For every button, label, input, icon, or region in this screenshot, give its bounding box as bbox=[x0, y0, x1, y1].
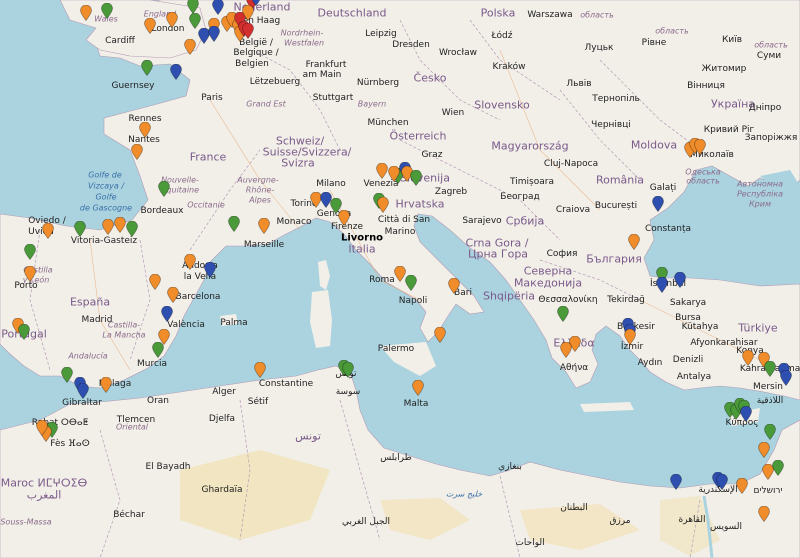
map-marker-orange-icon[interactable] bbox=[166, 11, 178, 29]
map-marker-green-icon[interactable] bbox=[228, 215, 240, 233]
map-viewport[interactable]: Nederland Deutschland Polska Warszawa Wales E… bbox=[0, 0, 800, 558]
map-marker-green-icon[interactable] bbox=[126, 220, 138, 238]
map-marker-orange-icon[interactable] bbox=[628, 233, 640, 251]
map-marker-orange-icon[interactable] bbox=[376, 162, 388, 180]
map-marker-blue-icon[interactable] bbox=[77, 382, 89, 400]
map-marker-orange-icon[interactable] bbox=[758, 441, 770, 459]
map-marker-green-icon[interactable] bbox=[61, 366, 73, 384]
map-marker-green-icon[interactable] bbox=[24, 243, 36, 261]
map-marker-orange-icon[interactable] bbox=[434, 326, 446, 344]
map-marker-orange-icon[interactable] bbox=[254, 361, 266, 379]
map-marker-orange-icon[interactable] bbox=[184, 38, 196, 56]
map-marker-orange-icon[interactable] bbox=[560, 341, 572, 359]
map-marker-green-icon[interactable] bbox=[764, 360, 776, 378]
map-marker-orange-icon[interactable] bbox=[144, 17, 156, 35]
map-marker-green-icon[interactable] bbox=[74, 220, 86, 238]
map-marker-green-icon[interactable] bbox=[189, 12, 201, 30]
map-marker-orange-icon[interactable] bbox=[758, 505, 770, 523]
map-marker-orange-icon[interactable] bbox=[139, 121, 151, 139]
map-marker-green-icon[interactable] bbox=[158, 180, 170, 198]
map-marker-blue-icon[interactable] bbox=[170, 63, 182, 81]
map-marker-orange-icon[interactable] bbox=[131, 143, 143, 161]
map-marker-blue-icon[interactable] bbox=[212, 0, 224, 16]
map-marker-blue-icon[interactable] bbox=[208, 25, 220, 43]
map-marker-green-icon[interactable] bbox=[18, 323, 30, 341]
map-marker-orange-icon[interactable] bbox=[258, 217, 270, 235]
map-marker-blue-icon[interactable] bbox=[780, 369, 792, 387]
map-marker-green-icon[interactable] bbox=[152, 341, 164, 359]
map-marker-green-icon[interactable] bbox=[101, 2, 113, 20]
map-marker-green-icon[interactable] bbox=[405, 274, 417, 292]
map-marker-green-icon[interactable] bbox=[557, 305, 569, 323]
map-marker-orange-icon[interactable] bbox=[412, 379, 424, 397]
map-marker-blue-icon[interactable] bbox=[204, 261, 216, 279]
map-marker-blue-icon[interactable] bbox=[670, 473, 682, 491]
map-marker-green-icon[interactable] bbox=[187, 0, 199, 15]
map-marker-orange-icon[interactable] bbox=[149, 273, 161, 291]
map-marker-green-icon[interactable] bbox=[141, 59, 153, 77]
map-marker-green-icon[interactable] bbox=[410, 169, 422, 187]
map-marker-orange-icon[interactable] bbox=[736, 477, 748, 495]
map-marker-blue-icon[interactable] bbox=[250, 0, 262, 7]
map-marker-orange-icon[interactable] bbox=[114, 216, 126, 234]
map-marker-orange-icon[interactable] bbox=[167, 286, 179, 304]
map-marker-orange-icon[interactable] bbox=[742, 349, 754, 367]
map-marker-red-icon[interactable] bbox=[242, 22, 254, 40]
map-marker-green-icon[interactable] bbox=[772, 459, 784, 477]
map-marker-blue-icon[interactable] bbox=[740, 405, 752, 423]
map-marker-orange-icon[interactable] bbox=[80, 4, 92, 22]
map-marker-green-icon[interactable] bbox=[342, 361, 354, 379]
map-marker-blue-icon[interactable] bbox=[716, 473, 728, 491]
map-marker-orange-icon[interactable] bbox=[624, 328, 636, 346]
map-marker-green-icon[interactable] bbox=[764, 423, 776, 441]
map-marker-orange-icon[interactable] bbox=[338, 209, 350, 227]
map-marker-blue-icon[interactable] bbox=[674, 271, 686, 289]
map-marker-blue-icon[interactable] bbox=[161, 305, 173, 323]
map-marker-orange-icon[interactable] bbox=[184, 253, 196, 271]
map-marker-orange-icon[interactable] bbox=[242, 4, 254, 22]
map-marker-orange-icon[interactable] bbox=[24, 265, 36, 283]
map-marker-orange-icon[interactable] bbox=[100, 376, 112, 394]
map-marker-orange-icon[interactable] bbox=[36, 419, 48, 437]
map-marker-orange-icon[interactable] bbox=[694, 138, 706, 156]
map-marker-orange-icon[interactable] bbox=[377, 196, 389, 214]
map-marker-orange-icon[interactable] bbox=[448, 277, 460, 295]
map-marker-blue-icon[interactable] bbox=[656, 276, 668, 294]
map-marker-orange-icon[interactable] bbox=[42, 222, 54, 240]
map-marker-orange-icon[interactable] bbox=[102, 218, 114, 236]
map-marker-blue-icon[interactable] bbox=[652, 195, 664, 213]
